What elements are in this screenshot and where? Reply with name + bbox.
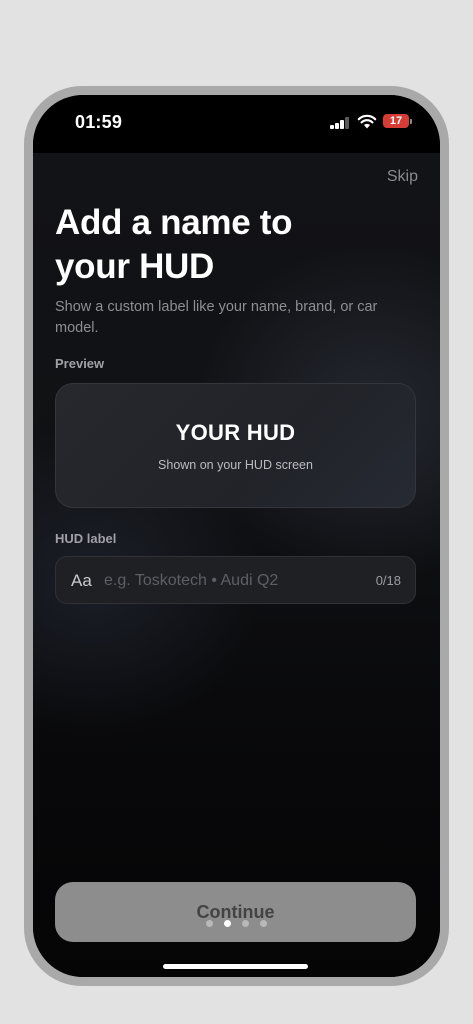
page-dot[interactable]	[242, 920, 249, 927]
hud-label-section-label: HUD label	[55, 531, 117, 546]
hud-preview-card: YOUR HUD Shown on your HUD screen	[55, 383, 416, 508]
device-screen: 01:59 17 Skip Add a name to your HUD Sho…	[33, 95, 440, 977]
page-title: Add a name to your HUD	[55, 203, 293, 286]
hud-label-input[interactable]	[104, 564, 354, 598]
device-frame: 01:59 17 Skip Add a name to your HUD Sho…	[24, 86, 449, 986]
page-indicator	[33, 920, 440, 928]
preview-section-label: Preview	[55, 356, 105, 371]
page-subtitle: Show a custom label like your name, bran…	[55, 299, 378, 336]
hud-label-field[interactable]: Aa 0/18	[55, 556, 416, 604]
cellular-signal-icon	[330, 117, 350, 129]
home-indicator[interactable]	[163, 964, 308, 969]
text-format-icon: Aa	[71, 571, 92, 590]
continue-button[interactable]: Continue	[55, 882, 416, 942]
status-bar: 01:59 17	[33, 95, 440, 153]
wifi-icon	[357, 114, 377, 129]
hud-preview-title: YOUR HUD	[175, 420, 296, 445]
page-dot-active[interactable]	[224, 920, 231, 927]
page-dot[interactable]	[260, 920, 267, 927]
page-dot[interactable]	[206, 920, 213, 927]
character-counter: 0/18	[375, 573, 401, 588]
status-time: 01:59	[75, 112, 123, 132]
skip-button[interactable]: Skip	[387, 168, 418, 186]
battery-icon: 17	[383, 114, 412, 128]
hud-preview-subtitle: Shown on your HUD screen	[158, 458, 313, 472]
onboarding-screen: Skip Add a name to your HUD Show a custo…	[33, 153, 440, 977]
